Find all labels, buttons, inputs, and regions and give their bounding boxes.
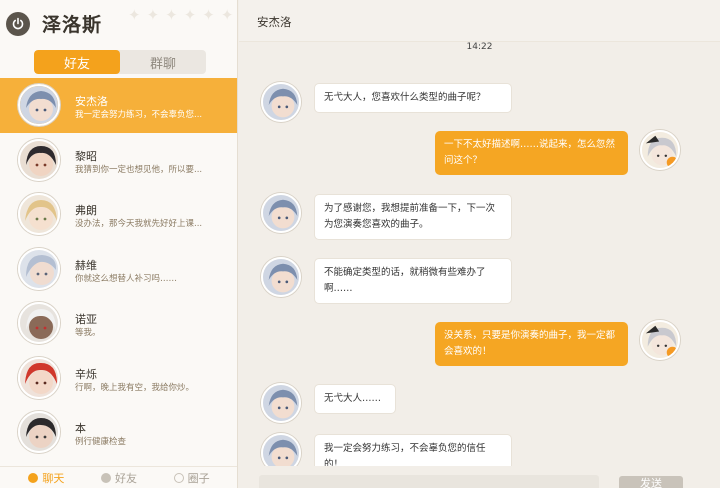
nav-label: 聊天 xyxy=(42,471,65,485)
contact-item-nuoya[interactable]: 诺亚 等我。 xyxy=(0,296,237,351)
contact-preview: 等我。 xyxy=(75,328,101,338)
contact-preview: 你就这么想替人补习吗…… xyxy=(75,273,178,284)
avatar xyxy=(18,411,60,453)
contact-name: 安杰洛 xyxy=(75,95,108,108)
friend-group-tabs: 好友 群聊 xyxy=(34,50,206,74)
power-icon xyxy=(12,17,24,30)
nav-friends[interactable]: 好友 xyxy=(100,470,137,486)
message-bubble-incoming: 无弋大人…… xyxy=(314,384,396,414)
message-bubble-incoming: 为了感谢您，我想提前准备一下，下一次为您演奏您喜欢的曲子。 xyxy=(314,194,512,240)
message-bubble-outgoing: 一下不太好描述啊……说起来，怎么忽然问这个？ xyxy=(435,131,628,175)
avatar xyxy=(18,84,60,126)
bottom-nav: 聊天 好友 圈子 xyxy=(0,466,237,488)
circle-icon xyxy=(173,472,184,483)
contact-item-fulang[interactable]: 弗朗 没办法，那今天我就先好好上课... xyxy=(0,187,237,242)
message-bubble-outgoing: 没关系，只要是你演奏的曲子，我一定都会喜欢的！ xyxy=(435,322,628,366)
contact-name: 本 xyxy=(75,422,86,435)
tab-groups[interactable]: 群聊 xyxy=(120,50,206,74)
sidebar: 泽洛斯 ✦✦✦✦✦✦ 好友 群聊 安杰洛 我一定会努力练习，不会辜负您... 黎… xyxy=(0,0,238,488)
contact-item-angelo[interactable]: 安杰洛 我一定会努力练习，不会辜负您... xyxy=(0,78,237,133)
user-name: 泽洛斯 xyxy=(42,14,103,36)
avatar[interactable] xyxy=(640,320,680,360)
avatar xyxy=(18,247,60,290)
chat-header: 安杰洛 xyxy=(239,0,720,42)
chat-panel: 安杰洛 14:22 无弋大人，您喜欢什么类型的曲子呢？ 一下不太好描述啊……说起… xyxy=(239,0,720,488)
chat-icon xyxy=(28,472,39,483)
message-bubble-incoming: 不能确定类型的话，就稍微有些难办了啊…… xyxy=(314,258,512,304)
contact-name: 黎昭 xyxy=(75,149,97,163)
contact-preview: 没办法，那今天我就先好好上课... xyxy=(75,219,203,229)
contact-name: 赫维 xyxy=(75,258,97,272)
contact-list: 安杰洛 我一定会努力练习，不会辜负您... 黎昭 我猜到你一定也想见他，所以要.… xyxy=(0,78,237,460)
avatar[interactable] xyxy=(640,130,680,170)
avatar xyxy=(18,356,60,399)
nav-label: 圈子 xyxy=(187,471,210,485)
chat-title: 安杰洛 xyxy=(257,15,292,29)
header-decoration: ✦✦✦✦✦✦ xyxy=(128,6,238,24)
nav-circle[interactable]: 圈子 xyxy=(173,470,210,486)
avatar[interactable] xyxy=(261,383,301,423)
power-button[interactable] xyxy=(6,12,30,36)
contact-item-xinshuo[interactable]: 辛烁 行啊，晚上我有空，我给你炒。 xyxy=(0,351,237,406)
tab-friends[interactable]: 好友 xyxy=(34,50,120,74)
nav-chat[interactable]: 聊天 xyxy=(28,470,64,486)
contact-preview: 我一定会努力练习，不会辜负您... xyxy=(75,110,203,120)
contact-preview: 例行健康检查 xyxy=(75,437,127,447)
sidebar-header: 泽洛斯 ✦✦✦✦✦✦ xyxy=(0,0,238,46)
message-input[interactable] xyxy=(259,475,599,488)
contact-name: 诺亚 xyxy=(75,313,97,326)
avatar xyxy=(18,302,60,344)
avatar xyxy=(18,193,60,235)
contact-name: 辛烁 xyxy=(75,367,97,381)
contact-preview: 我猜到你一定也想见他，所以要... xyxy=(75,164,203,175)
contact-preview: 行啊，晚上我有空，我给你炒。 xyxy=(75,382,195,393)
avatar[interactable] xyxy=(261,193,301,233)
contact-item-lizhao[interactable]: 黎昭 我猜到你一定也想见他，所以要... xyxy=(0,133,237,188)
contact-name: 弗朗 xyxy=(75,204,97,217)
avatar[interactable] xyxy=(261,82,301,122)
input-bar: 发送 xyxy=(239,466,720,488)
avatar[interactable] xyxy=(261,257,301,297)
nav-label: 好友 xyxy=(114,471,137,485)
message-bubble-incoming: 无弋大人，您喜欢什么类型的曲子呢？ xyxy=(314,83,512,113)
avatar xyxy=(18,138,60,181)
contact-item-ben[interactable]: 本 例行健康检查 xyxy=(0,405,237,460)
contact-item-hewei[interactable]: 赫维 你就这么想替人补习吗…… xyxy=(0,242,237,297)
send-button[interactable]: 发送 xyxy=(619,476,683,488)
person-icon xyxy=(100,472,111,483)
message-timestamp: 14:22 xyxy=(466,42,493,52)
